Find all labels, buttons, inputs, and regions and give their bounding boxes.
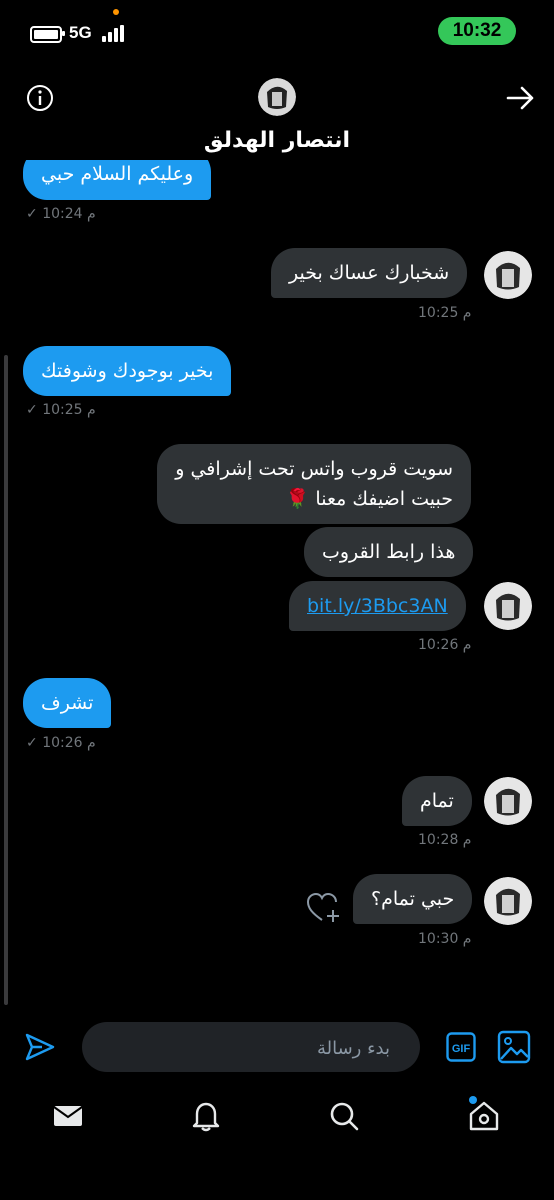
home-notification-dot xyxy=(469,1096,477,1104)
info-icon[interactable] xyxy=(26,84,54,112)
message-time: ✓ 10:25 م xyxy=(26,402,96,418)
message-received[interactable]: سويت قروب واتس تحت إشرافي و حبيت اضيفك م… xyxy=(157,444,471,524)
sender-avatar[interactable] xyxy=(484,877,532,925)
message-received[interactable]: هذا رابط القروب xyxy=(304,527,474,577)
message-sent[interactable]: بخير بوجودك وشوفتك xyxy=(23,346,232,396)
message-text: وعليكم السلام حبي xyxy=(41,163,194,185)
message-time: 10:26 م xyxy=(418,637,472,653)
message-text: شخبارك عساك بخير xyxy=(289,262,450,284)
message-time: 10:25 م xyxy=(418,305,472,321)
search-icon[interactable] xyxy=(326,1098,362,1134)
message-text: هذا رابط القروب xyxy=(322,541,456,563)
message-sent[interactable]: تشرف xyxy=(23,678,112,728)
message-time: 10:30 م xyxy=(418,931,472,947)
sender-avatar[interactable] xyxy=(484,777,532,825)
delivered-check-icon: ✓ xyxy=(26,402,38,418)
message-text: بخير بوجودك وشوفتك xyxy=(41,360,214,382)
message-text: حبي تمام؟ xyxy=(371,888,455,910)
gif-label: GIF xyxy=(452,1043,471,1055)
message-received[interactable]: حبي تمام؟ xyxy=(353,874,473,924)
sender-avatar[interactable] xyxy=(484,251,532,299)
battery-icon xyxy=(30,26,65,43)
message-text: تشرف xyxy=(41,692,94,714)
messages-icon[interactable] xyxy=(50,1098,86,1134)
message-received[interactable]: bit.ly/3Bbc3AN xyxy=(289,581,466,631)
delivered-check-icon: ✓ xyxy=(26,735,38,751)
message-text-line: سويت قروب واتس تحت إشرافي و xyxy=(175,458,453,480)
network-type: 5G xyxy=(69,23,92,42)
message-text-line: حبيت اضيفك معنا 🌹 xyxy=(285,488,453,510)
message-input[interactable] xyxy=(102,1022,392,1074)
message-time: 10:28 م xyxy=(418,832,472,848)
message-received[interactable]: شخبارك عساك بخير xyxy=(271,248,468,298)
image-icon[interactable] xyxy=(497,1030,531,1064)
sender-avatar[interactable] xyxy=(484,582,532,630)
status-time[interactable]: 10:32 xyxy=(438,17,516,45)
signal-icon xyxy=(102,25,128,42)
group-link[interactable]: bit.ly/3Bbc3AN xyxy=(307,595,448,617)
gif-icon[interactable]: GIF xyxy=(446,1032,476,1062)
message-time: ✓ 10:24 م xyxy=(26,206,96,222)
message-list: وعليكم السلام حبي ✓ 10:24 م شخبارك عساك … xyxy=(0,160,554,1008)
add-reaction-icon[interactable] xyxy=(306,892,342,924)
privacy-indicator-dot xyxy=(113,9,119,15)
conversation-title: انتصار الهدلق xyxy=(203,128,351,153)
message-composer[interactable] xyxy=(82,1022,420,1074)
message-text: تمام xyxy=(420,790,454,812)
arrow-right-icon[interactable] xyxy=(504,84,536,112)
notifications-icon[interactable] xyxy=(188,1098,224,1134)
message-sent[interactable]: وعليكم السلام حبي xyxy=(23,160,212,200)
message-time: ✓ 10:26 م xyxy=(26,735,96,751)
header-avatar[interactable] xyxy=(258,78,296,116)
send-icon[interactable] xyxy=(24,1031,56,1063)
delivered-check-icon: ✓ xyxy=(26,206,38,222)
message-received[interactable]: تمام xyxy=(402,776,472,826)
